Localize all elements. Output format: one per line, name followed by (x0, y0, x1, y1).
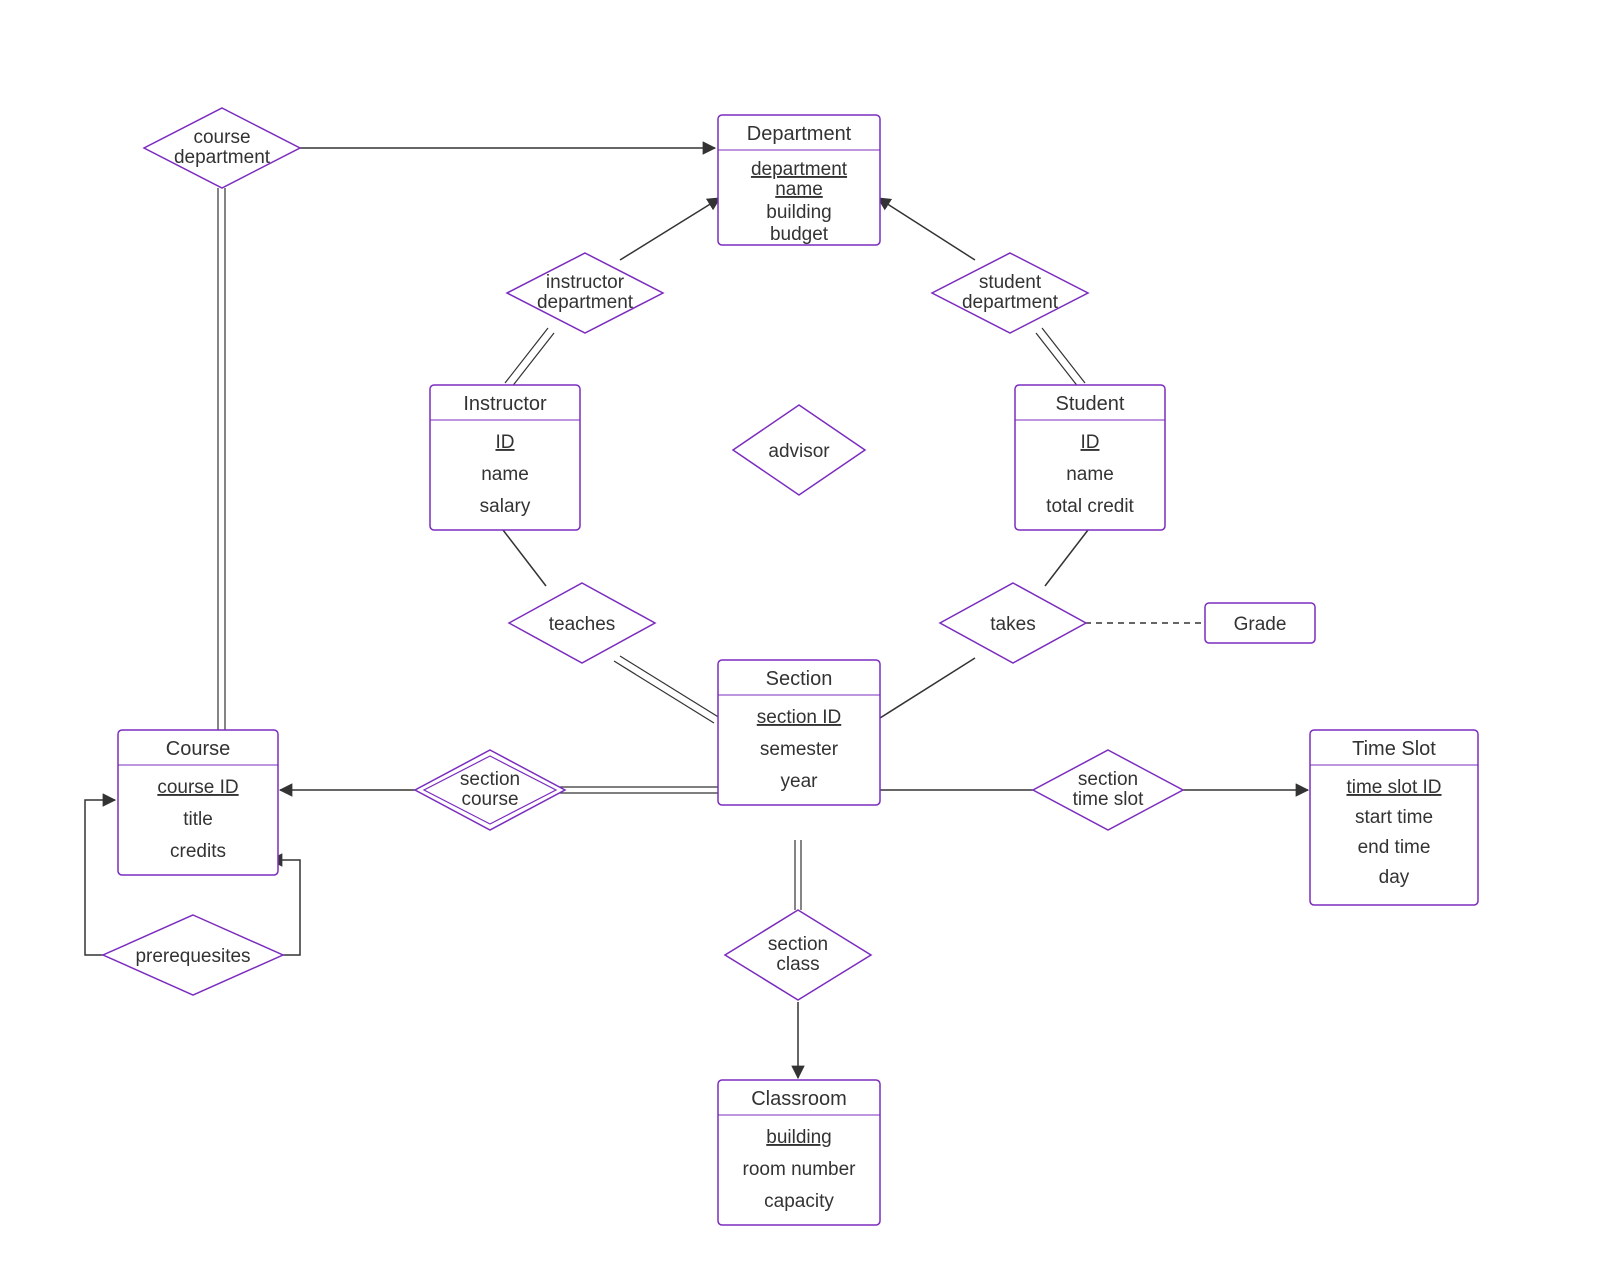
entity-section-a2: year (781, 771, 819, 792)
entity-course-a2: credits (170, 841, 226, 862)
rel-prerequisites-l1: prerequesites (135, 946, 250, 967)
entity-course-a1: title (183, 809, 213, 830)
entity-section: Section section ID semester year (718, 660, 880, 805)
rel-section-class-l1: section (768, 934, 828, 955)
entity-classroom-key: building (766, 1127, 832, 1148)
edge-instrdept-to-department (620, 198, 720, 260)
entity-timeslot-key: time slot ID (1346, 777, 1441, 798)
rel-instructor-department-l2: department (537, 292, 634, 313)
entity-department-a2: budget (770, 224, 829, 245)
rel-section-class: section class (725, 910, 871, 1000)
edge-studdept-to-department (878, 198, 975, 260)
edge-takes-to-section (880, 658, 975, 718)
rel-takes-l1: takes (990, 614, 1035, 635)
entity-timeslot-a2: end time (1358, 837, 1431, 858)
entity-classroom-a1: room number (743, 1159, 857, 1180)
rel-instructor-department-l1: instructor (546, 272, 625, 293)
entity-instructor-a1: name (481, 464, 529, 485)
edge-teaches-to-section-b (614, 661, 714, 723)
rel-advisor-l1: advisor (768, 441, 830, 462)
entity-section-key: section ID (757, 707, 841, 728)
entity-section-title: Section (766, 668, 833, 690)
rel-prerequisites: prerequesites (103, 915, 283, 995)
rel-section-timeslot-l1: section (1078, 769, 1138, 790)
entity-classroom-a2: capacity (764, 1191, 834, 1212)
rel-course-department-l2: department (174, 147, 271, 168)
entity-student-a2: total credit (1046, 496, 1134, 517)
entity-course: Course course ID title credits (118, 730, 278, 875)
entity-student-a1: name (1066, 464, 1114, 485)
entity-department-a1: building (766, 202, 832, 223)
edge-prereq-left (85, 800, 120, 955)
rel-section-timeslot: section time slot (1033, 750, 1183, 830)
entity-timeslot-a3: day (1379, 867, 1410, 888)
entity-course-key: course ID (157, 777, 238, 798)
edge-instrdept-to-instructor-a (505, 328, 548, 383)
rel-section-course: section course (415, 750, 565, 830)
rel-student-department: student department (932, 253, 1088, 333)
rel-section-timeslot-l2: time slot (1073, 789, 1144, 810)
rel-course-department: course department (144, 108, 300, 188)
attr-grade: Grade (1205, 603, 1315, 643)
rel-teaches-l1: teaches (549, 614, 616, 635)
entity-course-title: Course (166, 738, 230, 760)
entity-department-title: Department (747, 123, 852, 145)
rel-teaches: teaches (509, 583, 655, 663)
rel-takes: takes (940, 583, 1086, 663)
rel-student-department-l1: student (979, 272, 1042, 293)
entity-student-title: Student (1056, 393, 1125, 415)
entity-instructor-a2: salary (480, 496, 531, 517)
edge-studdept-to-student-b (1036, 333, 1079, 388)
entity-student-key: ID (1081, 432, 1100, 453)
entity-instructor: Instructor ID name salary (430, 385, 580, 530)
attr-grade-label: Grade (1234, 614, 1287, 635)
entity-student: Student ID name total credit (1015, 385, 1165, 530)
rel-section-course-l1: section (460, 769, 520, 790)
edge-instrdept-to-instructor-b (511, 333, 554, 388)
edge-teaches-to-instructor (503, 530, 546, 586)
rel-advisor: advisor (733, 405, 865, 495)
edge-takes-to-student (1045, 530, 1088, 586)
rel-student-department-l2: department (962, 292, 1059, 313)
entity-department: Department departmentname building budge… (718, 115, 880, 245)
edge-studdept-to-student-a (1042, 328, 1085, 383)
entity-timeslot-title: Time Slot (1352, 738, 1436, 760)
entity-instructor-key: ID (496, 432, 515, 453)
edge-teaches-to-section-a (620, 656, 720, 718)
entity-instructor-title: Instructor (463, 393, 547, 415)
rel-instructor-department: instructor department (507, 253, 663, 333)
entity-timeslot-a1: start time (1355, 807, 1433, 828)
rel-course-department-l1: course (193, 127, 250, 148)
rel-section-class-l2: class (776, 954, 819, 975)
entity-classroom-title: Classroom (751, 1088, 847, 1110)
rel-section-course-l2: course (461, 789, 518, 810)
entity-section-a1: semester (760, 739, 839, 760)
entity-timeslot: Time Slot time slot ID start time end ti… (1310, 730, 1478, 905)
entity-classroom: Classroom building room number capacity (718, 1080, 880, 1225)
